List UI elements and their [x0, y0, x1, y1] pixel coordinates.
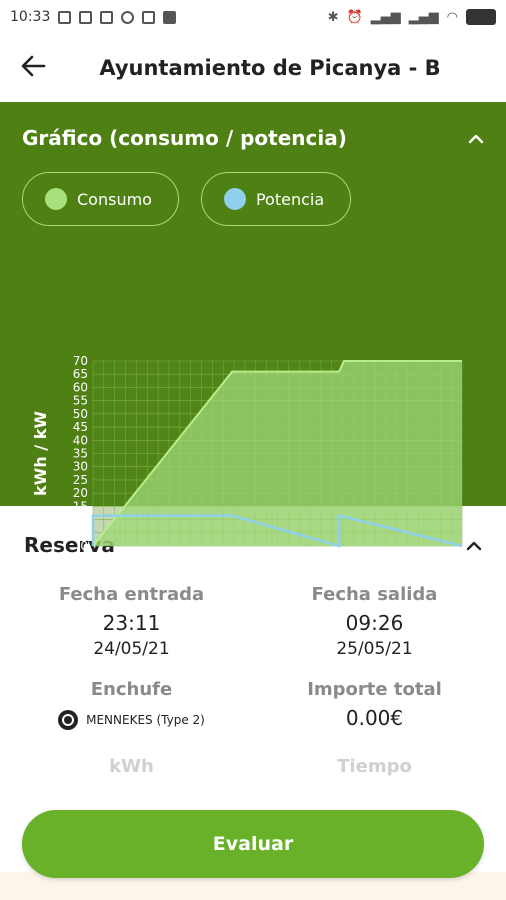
- graph-section: Gráfico (consumo / potencia) Consumo Pot…: [0, 102, 506, 569]
- y-tick-label: 5: [80, 526, 88, 540]
- y-tick-label: 70: [73, 354, 88, 368]
- app-icon: [142, 10, 156, 24]
- y-tick-label: 55: [73, 394, 88, 408]
- y-tick-label: 65: [73, 367, 88, 381]
- battery-icon: [466, 9, 496, 25]
- signal-2-icon: ▂▄▆: [408, 9, 439, 25]
- legend-potencia-label: Potencia: [255, 189, 325, 209]
- notification-icon: [58, 10, 72, 24]
- bluetooth-icon: ✱: [327, 9, 339, 25]
- x-tick-label: 11:45: [386, 558, 415, 569]
- plug-type2-icon: [58, 710, 79, 730]
- mail-icon: [79, 10, 93, 24]
- arrow-left-icon[interactable]: [20, 53, 60, 83]
- page-title: Ayuntamiento de Picanya - B: [99, 56, 441, 80]
- y-tick-label: 20: [73, 486, 88, 500]
- y-tick-label: 35: [73, 447, 88, 461]
- alarm-icon: ⏰: [346, 9, 363, 25]
- enchufe: Enchufe MENNEKES (Type 2): [10, 679, 253, 730]
- graph-title: Gráfico (consumo / potencia): [22, 126, 347, 150]
- x-tick-label: 23:11: [79, 558, 108, 569]
- location-icon: [121, 10, 135, 24]
- x-tick-label: 09:14: [325, 558, 354, 569]
- fecha-entrada-time: 23:11: [102, 611, 161, 635]
- chevron-up-icon[interactable]: [468, 128, 484, 149]
- fecha-salida-date: 25/05/21: [336, 639, 413, 659]
- y-axis-label: kWh / kW: [31, 411, 50, 496]
- y-tick-label: 60: [73, 380, 88, 394]
- x-tick-label: 14:15: [448, 558, 477, 569]
- importe-value: 0.00€: [345, 706, 404, 730]
- importe-total: Importe total 0.00€: [253, 679, 496, 730]
- y-tick-label: 50: [73, 407, 88, 421]
- consumo-dot-icon: [45, 188, 67, 210]
- y-tick-label: 45: [73, 420, 88, 434]
- y-tick-label: 10: [73, 513, 88, 527]
- legend-consumo-toggle[interactable]: Consumo: [22, 172, 179, 226]
- app-bar: Ayuntamiento de Picanya - B: [0, 34, 506, 102]
- status-time: 10:33: [10, 9, 51, 25]
- status-bar: 10:33 ✱ ⏰ ▂▄▆ ▂▄▆ ◠: [0, 0, 506, 34]
- fecha-salida-time: 09:26: [345, 611, 404, 635]
- importe-label: Importe total: [307, 679, 442, 700]
- x-tick-label: 04:12: [201, 558, 230, 569]
- fecha-entrada-label: Fecha entrada: [58, 584, 205, 605]
- consumption-chart: 0510152025303540455055606570 23:11 01:41 04…: [31, 354, 477, 569]
- evaluar-button[interactable]: Evaluar: [22, 810, 484, 878]
- y-tick-label: 15: [73, 499, 88, 513]
- x-tick-label: 01:41: [140, 558, 169, 569]
- fecha-salida: Fecha salida 09:26 25/05/21: [253, 584, 496, 659]
- legend-consumo-label: Consumo: [77, 189, 152, 209]
- y-tick-label: 30: [73, 460, 88, 474]
- potencia-dot-icon: [223, 188, 246, 210]
- enchufe-label: Enchufe: [90, 679, 173, 700]
- reserva-details: Fecha entrada 23:11 24/05/21 Fecha salid…: [0, 584, 506, 777]
- enchufe-value: MENNEKES (Type 2): [86, 713, 205, 727]
- tiempo-label: Tiempo: [337, 756, 412, 777]
- fecha-entrada: Fecha entrada 23:11 24/05/21: [10, 584, 253, 659]
- wifi-icon: ◠: [446, 9, 458, 25]
- chart-legend: Consumo Potencia: [0, 150, 506, 226]
- x-tick-label: 06:43: [263, 558, 292, 569]
- gmail-icon: [100, 10, 114, 24]
- fecha-entrada-date: 24/05/21: [93, 639, 170, 659]
- app-square-icon: [163, 10, 177, 24]
- y-tick-label: 0: [80, 539, 88, 553]
- y-tick-label: 25: [73, 473, 88, 487]
- fecha-salida-label: Fecha salida: [311, 584, 438, 605]
- legend-potencia-toggle[interactable]: Potencia: [200, 172, 352, 226]
- kwh-label: kWh: [109, 756, 154, 777]
- y-tick-label: 40: [73, 433, 88, 447]
- signal-icon: ▂▄▆: [370, 9, 401, 25]
